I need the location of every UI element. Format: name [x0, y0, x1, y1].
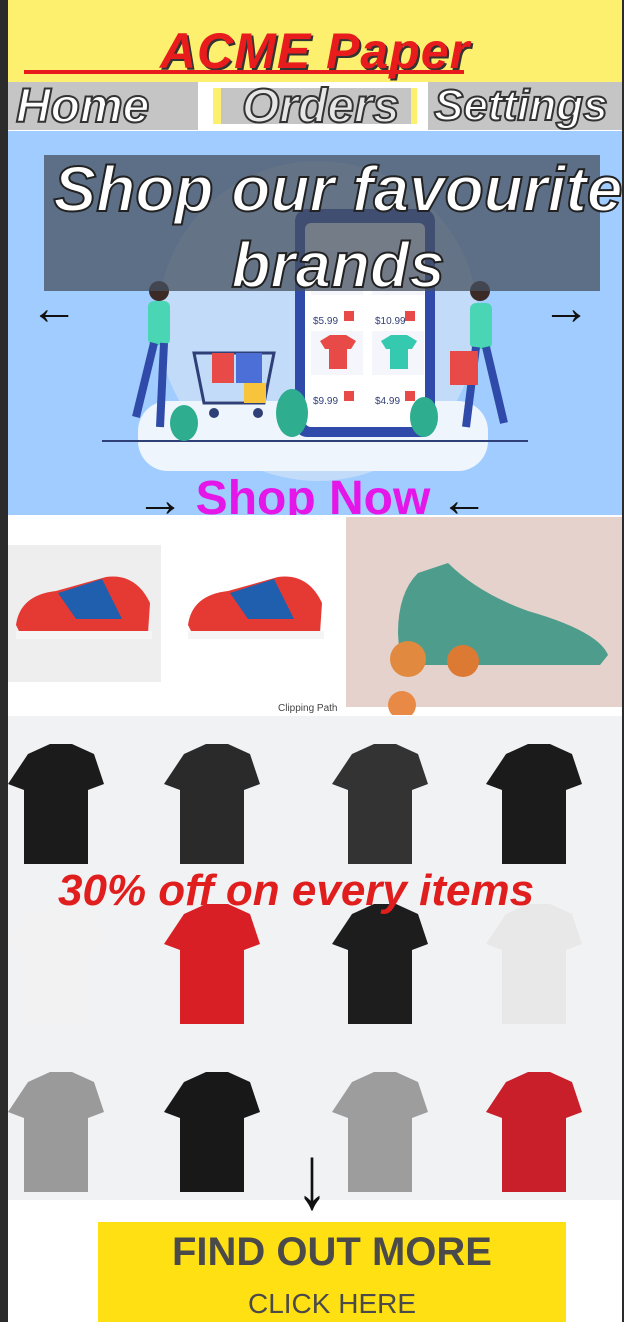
- nav-bar: Home Orders Settings: [8, 79, 622, 134]
- nav-item-settings[interactable]: Settings: [433, 80, 609, 131]
- cta-section: ↓ FIND OUT MORE CLICK HERE: [8, 1127, 622, 1322]
- shop-now-link[interactable]: Shop Now: [148, 471, 478, 515]
- down-arrow-icon: ↓: [296, 1126, 328, 1228]
- nav-item-home[interactable]: Home: [15, 79, 150, 134]
- page: ACME Paper Home Orders Settings $5.99 $1…: [8, 0, 622, 1322]
- price-2: $10.99: [375, 316, 406, 327]
- site-header: ACME Paper: [8, 0, 622, 82]
- price-3: $9.99: [313, 396, 338, 407]
- shoes-caption: Clipping Path: [278, 703, 338, 714]
- find-out-more-button[interactable]: FIND OUT MORE CLICK HERE: [98, 1222, 566, 1322]
- shoes-banner[interactable]: Clipping Path: [8, 515, 622, 715]
- hero-carousel: $5.99 $10.99 $9.99 $4.99 Shop our favour…: [8, 131, 622, 515]
- promo-text: 30% off on every items: [58, 866, 535, 915]
- shoes-image: [8, 517, 622, 715]
- price-1: $5.99: [313, 316, 338, 327]
- shop-now-right-arrow-icon: ←: [440, 474, 488, 515]
- carousel-next-arrow-icon[interactable]: →: [542, 281, 590, 336]
- hero-title: Shop our favourite brands: [53, 152, 622, 302]
- carousel-prev-arrow-icon[interactable]: ←: [30, 281, 78, 336]
- price-4: $4.99: [375, 396, 400, 407]
- title-underline: [24, 70, 464, 74]
- nav-item-orders[interactable]: Orders: [241, 79, 400, 134]
- click-here-label: CLICK HERE: [247, 1288, 417, 1319]
- find-out-more-label: FIND OUT MORE: [172, 1230, 492, 1274]
